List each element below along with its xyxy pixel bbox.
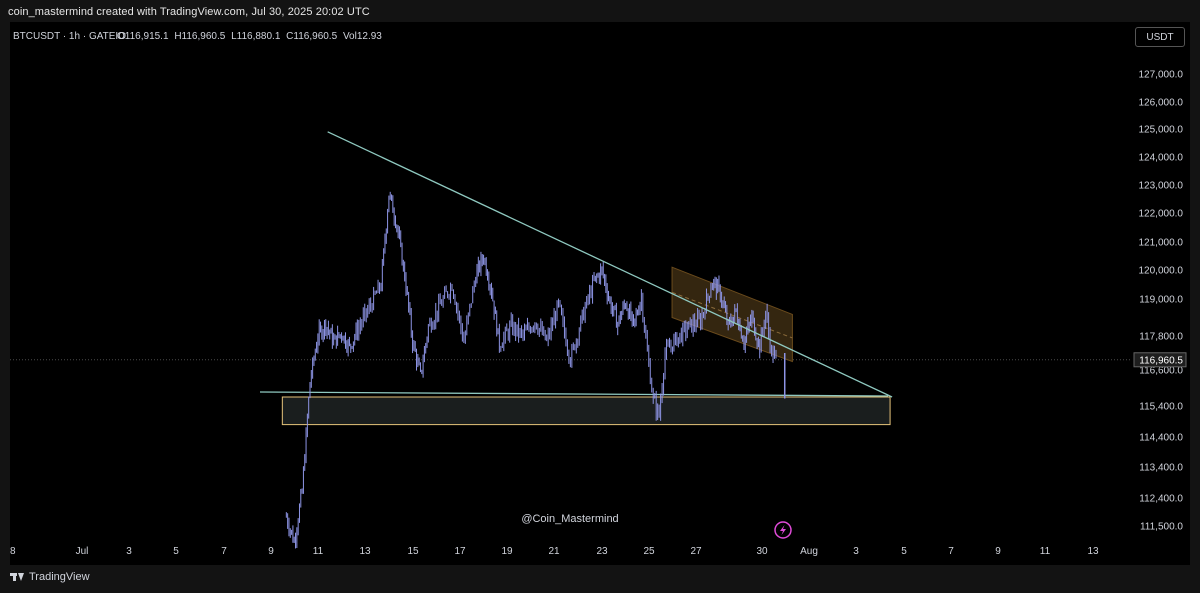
descending-trendline bbox=[327, 131, 893, 398]
x-tick-label: 13 bbox=[359, 546, 371, 557]
x-tick-label: 5 bbox=[173, 546, 179, 557]
support-zone bbox=[281, 396, 891, 426]
y-tick-label: 113,400.0 bbox=[1139, 463, 1183, 474]
x-tick-label: 19 bbox=[501, 546, 513, 557]
x-tick-label: 17 bbox=[454, 546, 466, 557]
tradingview-logo-icon bbox=[10, 572, 24, 582]
x-tick-label: 15 bbox=[407, 546, 419, 557]
legend-h-value: 116,960.5 bbox=[182, 31, 226, 42]
x-tick-label: 7 bbox=[948, 546, 954, 557]
legend-o-value: 116,915.1 bbox=[125, 31, 169, 42]
x-tick-label: Jul bbox=[76, 546, 89, 557]
tradingview-brand: TradingView bbox=[29, 571, 90, 583]
y-tick-label: 120,000.0 bbox=[1139, 266, 1184, 277]
x-tick-label: 3 bbox=[126, 546, 132, 557]
x-tick-label: Aug bbox=[800, 546, 818, 557]
y-tick-label: 112,400.0 bbox=[1139, 494, 1183, 505]
y-tick-label: 125,000.0 bbox=[1139, 125, 1184, 136]
y-tick-label: 124,000.0 bbox=[1139, 153, 1184, 164]
tradingview-footer: TradingView bbox=[10, 571, 90, 583]
legend-h-label: H bbox=[174, 31, 181, 42]
x-tick-label: 21 bbox=[548, 546, 560, 557]
x-tick-label: 11 bbox=[1040, 546, 1051, 557]
x-tick-label: 27 bbox=[690, 546, 702, 557]
x-tick-label: 5 bbox=[901, 546, 907, 557]
legend-c-label: C bbox=[286, 31, 293, 42]
y-tick-label: 115,400.0 bbox=[1139, 402, 1183, 413]
x-tick-label: 11 bbox=[313, 546, 324, 557]
axes-layer: 127,000.0 126,000.0 125,000.0 124,000.0 123,… bbox=[4, 70, 1187, 557]
x-tick-label: 9 bbox=[268, 546, 274, 557]
y-tick-label: 114,400.0 bbox=[1139, 433, 1183, 444]
legend-ohlcv: O116,915.1 H116,960.5 L116,880.1 C116,96… bbox=[117, 31, 382, 42]
y-tick-label: 127,000.0 bbox=[1139, 70, 1184, 81]
x-tick-label: 3 bbox=[853, 546, 859, 557]
x-tick-label: 25 bbox=[643, 546, 655, 557]
legend-vol-label: Vol bbox=[343, 31, 357, 42]
lightning-icon[interactable] bbox=[774, 521, 792, 539]
chart-panel[interactable]: 127,000.0 126,000.0 125,000.0 124,000.0 123,… bbox=[4, 22, 1190, 565]
chart-frame: coin_mastermind created with TradingView… bbox=[0, 0, 1200, 593]
y-tick-label: 123,000.0 bbox=[1139, 181, 1184, 192]
x-tick-label: 28 bbox=[10, 546, 16, 557]
currency-button[interactable]: USDT bbox=[1135, 27, 1185, 47]
annotation-top-layer bbox=[327, 131, 893, 398]
support-line bbox=[259, 391, 889, 397]
legend-symbol: BTCUSDT · 1h · GATEIO bbox=[13, 31, 126, 42]
x-tick-label: 9 bbox=[995, 546, 1001, 557]
y-tick-label: 126,000.0 bbox=[1139, 98, 1184, 109]
candle-layer bbox=[285, 191, 786, 549]
chart-credit: coin_mastermind created with TradingView… bbox=[8, 6, 370, 18]
legend-vol-value: 12.93 bbox=[357, 31, 382, 42]
y-tick-label: 121,000.0 bbox=[1139, 238, 1184, 249]
price-chart[interactable]: 127,000.0 126,000.0 125,000.0 124,000.0 123,… bbox=[4, 22, 1190, 565]
legend-l-value: 116,880.1 bbox=[237, 31, 281, 42]
y-tick-label: 122,000.0 bbox=[1139, 209, 1184, 220]
x-tick-label: 13 bbox=[1087, 546, 1099, 557]
watermark: @Coin_Mastermind bbox=[521, 513, 618, 525]
x-tick-label: 30 bbox=[756, 546, 768, 557]
last-price-label: 116,960.5 bbox=[1139, 355, 1183, 366]
y-tick-label: 119,000.0 bbox=[1139, 295, 1183, 306]
y-tick-label: 111,500.0 bbox=[1140, 522, 1183, 533]
x-tick-label: 23 bbox=[596, 546, 608, 557]
y-tick-label: 117,800.0 bbox=[1139, 332, 1183, 343]
x-tick-label: 7 bbox=[221, 546, 227, 557]
legend-c-value: 116,960.5 bbox=[293, 31, 337, 42]
